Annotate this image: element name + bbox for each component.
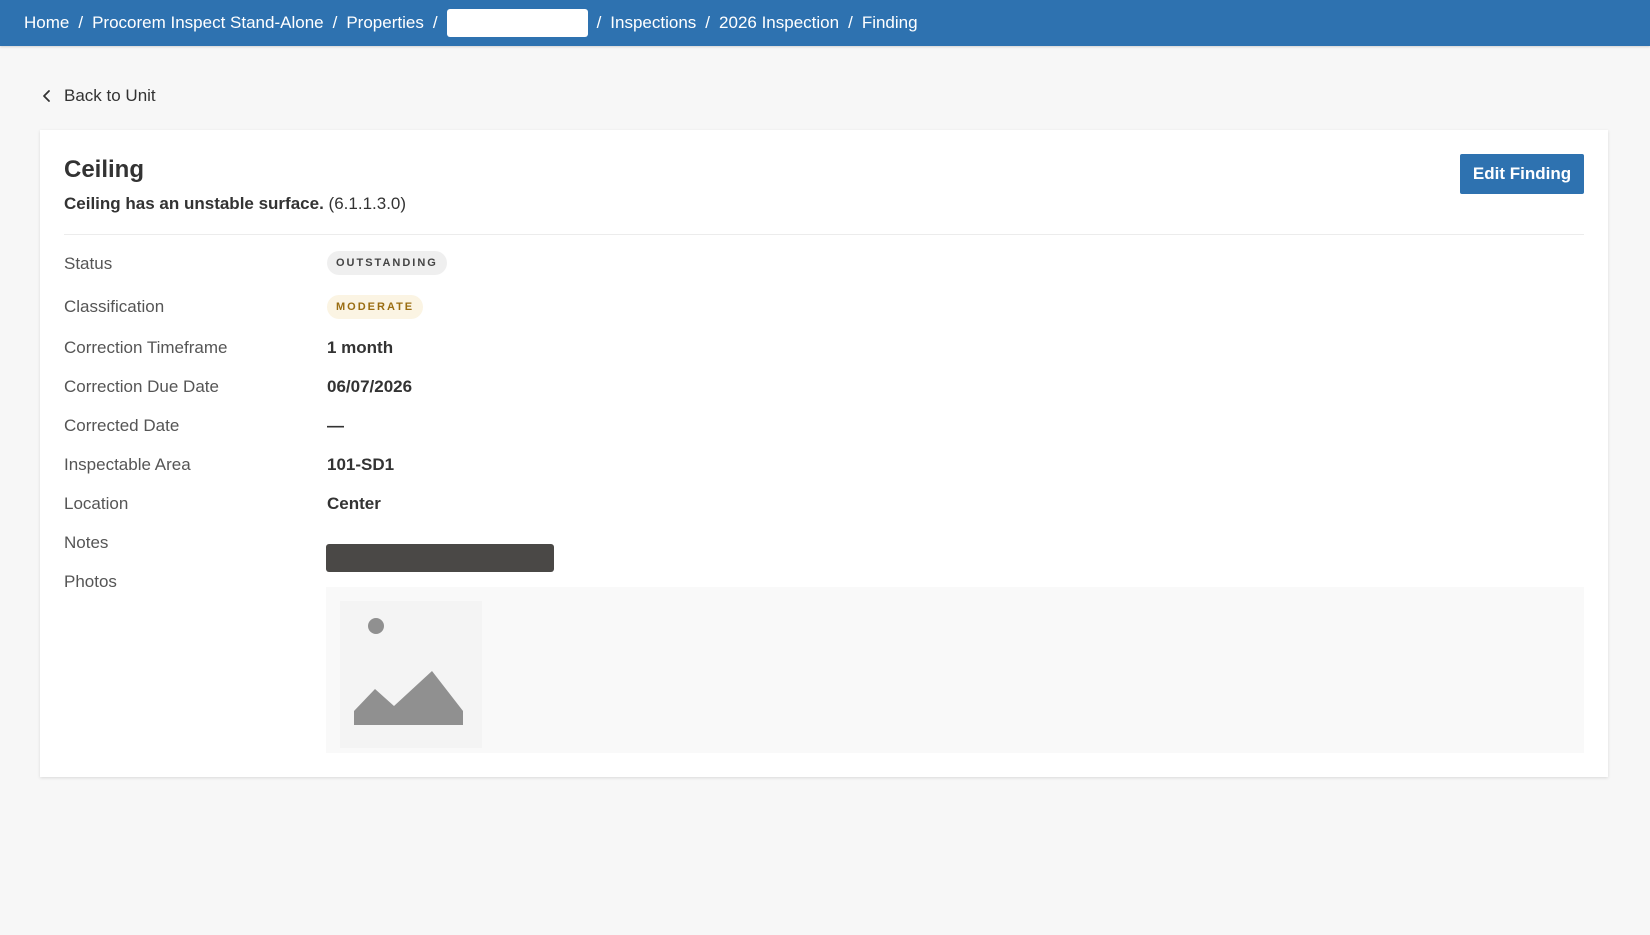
edit-finding-button[interactable]: Edit Finding: [1460, 154, 1584, 194]
breadcrumb-current-finding: Finding: [861, 13, 918, 32]
breadcrumb-separator: /: [705, 13, 711, 32]
finding-code: (6.1.1.3.0): [328, 194, 407, 213]
top-nav-bar: Home / Procorem Inspect Stand-Alone / Pr…: [0, 0, 1650, 46]
image-placeholder-icon: [354, 618, 463, 725]
breadcrumb-properties[interactable]: Properties: [346, 13, 423, 33]
breadcrumb: Home / Procorem Inspect Stand-Alone / Pr…: [24, 0, 918, 46]
inspectable-area-value: 101-SD1: [327, 455, 395, 474]
breadcrumb-property-redacted[interactable]: [446, 9, 588, 37]
classification-badge: MODERATE: [327, 295, 424, 319]
breadcrumb-inspections[interactable]: Inspections: [610, 13, 696, 33]
back-to-unit-label: Back to Unit: [64, 86, 156, 105]
classification-label: Classification: [64, 297, 165, 316]
notes-label: Notes: [64, 533, 109, 552]
correction-due-date-label: Correction Due Date: [64, 377, 219, 396]
photos-label: Photos: [64, 572, 117, 591]
finding-card: Ceiling Ceiling has an unstable surface.…: [40, 130, 1608, 777]
breadcrumb-separator: /: [432, 13, 438, 32]
corrected-date-label: Corrected Date: [64, 416, 180, 435]
correction-timeframe-value: 1 month: [327, 338, 394, 357]
finding-description: Ceiling has an unstable surface.: [64, 194, 324, 213]
correction-due-date-value: 06/07/2026: [327, 377, 413, 396]
location-label: Location: [64, 494, 129, 513]
status-label: Status: [64, 254, 113, 273]
breadcrumb-separator: /: [78, 13, 84, 32]
correction-timeframe-label: Correction Timeframe: [64, 338, 228, 357]
back-to-unit-link[interactable]: Back to Unit: [42, 86, 156, 106]
notes-value-redacted: [326, 544, 554, 572]
breadcrumb-separator: /: [332, 13, 338, 32]
breadcrumb-separator: /: [596, 13, 602, 32]
divider: [64, 234, 1584, 235]
inspectable-area-label: Inspectable Area: [64, 455, 191, 474]
breadcrumb-inspection[interactable]: 2026 Inspection: [719, 13, 839, 33]
finding-subtitle: Ceiling has an unstable surface. (6.1.1.…: [64, 194, 406, 214]
corrected-date-value: —: [327, 416, 344, 435]
breadcrumb-project[interactable]: Procorem Inspect Stand-Alone: [92, 13, 324, 33]
photo-thumbnail[interactable]: [340, 601, 482, 748]
photos-gallery: [326, 587, 1584, 753]
location-value: Center: [327, 494, 381, 513]
chevron-left-icon: [43, 90, 50, 102]
breadcrumb-separator: /: [848, 13, 853, 32]
status-badge: OUTSTANDING: [327, 251, 447, 275]
breadcrumb-home[interactable]: Home: [24, 13, 69, 33]
finding-title: Ceiling: [64, 156, 145, 183]
